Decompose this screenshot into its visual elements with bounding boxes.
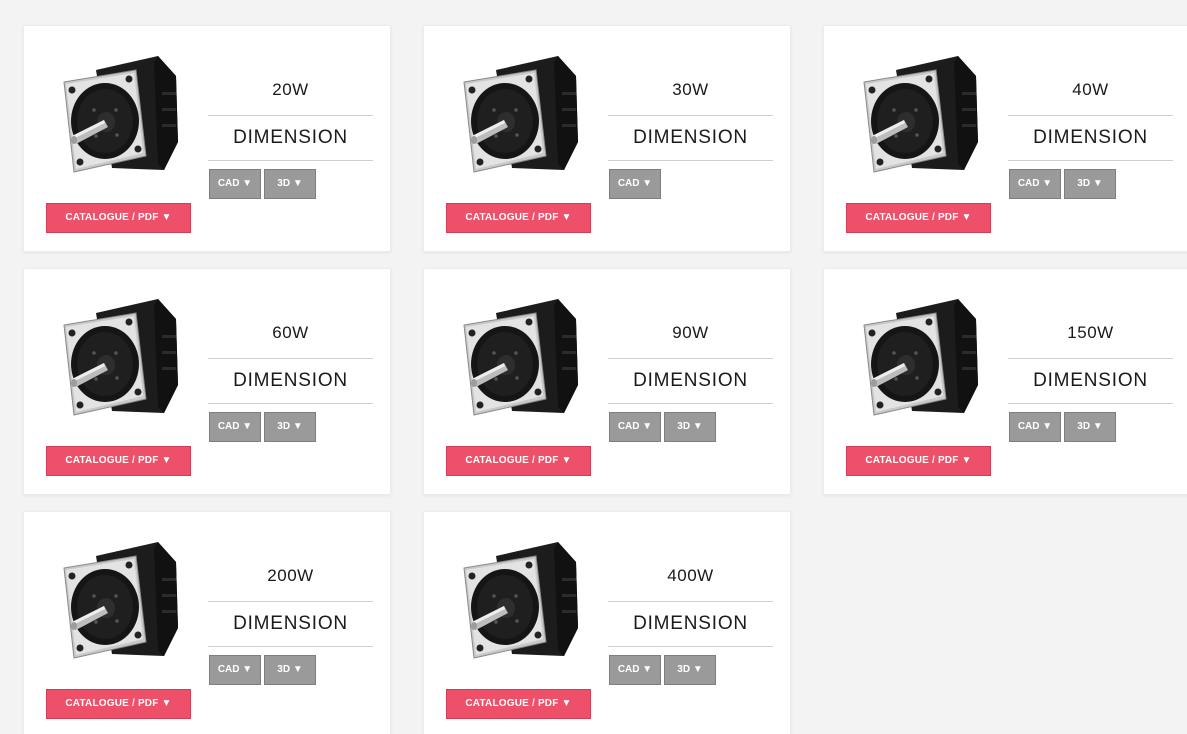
catalogue-pdf-button[interactable]: CATALOGUE / PDF ▼ bbox=[46, 446, 191, 476]
cad-button[interactable]: CAD ▼ bbox=[1009, 169, 1061, 199]
cad-button[interactable]: CAD ▼ bbox=[609, 169, 661, 199]
catalogue-pdf-button[interactable]: CATALOGUE / PDF ▼ bbox=[846, 203, 991, 233]
catalogue-pdf-button[interactable]: CATALOGUE / PDF ▼ bbox=[446, 203, 591, 233]
dimension-link[interactable]: DIMENSION bbox=[1008, 360, 1173, 404]
motor-image bbox=[454, 295, 584, 429]
motor-image bbox=[854, 295, 984, 429]
product-card: 200W DIMENSION CAD ▼ 3D ▼ CATALOGUE / PD… bbox=[23, 511, 391, 734]
3d-button[interactable]: 3D ▼ bbox=[664, 655, 716, 685]
catalogue-pdf-button[interactable]: CATALOGUE / PDF ▼ bbox=[46, 203, 191, 233]
cad-button[interactable]: CAD ▼ bbox=[209, 169, 261, 199]
power-rating: 400W bbox=[608, 562, 773, 602]
3d-button[interactable]: 3D ▼ bbox=[264, 412, 316, 442]
motor-image bbox=[854, 52, 984, 186]
power-rating: 30W bbox=[608, 76, 773, 116]
product-card: 90W DIMENSION CAD ▼ 3D ▼ CATALOGUE / PDF… bbox=[423, 268, 791, 495]
cad-button[interactable]: CAD ▼ bbox=[609, 655, 661, 685]
power-rating: 150W bbox=[1008, 319, 1173, 359]
product-grid: 20W DIMENSION CAD ▼ 3D ▼ CATALOGUE / PDF… bbox=[0, 0, 1187, 734]
catalogue-pdf-button[interactable]: CATALOGUE / PDF ▼ bbox=[846, 446, 991, 476]
product-card: 20W DIMENSION CAD ▼ 3D ▼ CATALOGUE / PDF… bbox=[23, 25, 391, 252]
product-card: 30W DIMENSION CAD ▼ CATALOGUE / PDF ▼ bbox=[423, 25, 791, 252]
product-card: 60W DIMENSION CAD ▼ 3D ▼ CATALOGUE / PDF… bbox=[23, 268, 391, 495]
motor-image bbox=[54, 52, 184, 186]
product-card: 150W DIMENSION CAD ▼ 3D ▼ CATALOGUE / PD… bbox=[823, 268, 1187, 495]
catalogue-pdf-button[interactable]: CATALOGUE / PDF ▼ bbox=[46, 689, 191, 719]
cad-button[interactable]: CAD ▼ bbox=[1009, 412, 1061, 442]
power-rating: 60W bbox=[208, 319, 373, 359]
dimension-link[interactable]: DIMENSION bbox=[608, 360, 773, 404]
power-rating: 20W bbox=[208, 76, 373, 116]
dimension-link[interactable]: DIMENSION bbox=[208, 360, 373, 404]
cad-button[interactable]: CAD ▼ bbox=[209, 655, 261, 685]
motor-image bbox=[454, 52, 584, 186]
product-card: 400W DIMENSION CAD ▼ 3D ▼ CATALOGUE / PD… bbox=[423, 511, 791, 734]
dimension-link[interactable]: DIMENSION bbox=[208, 603, 373, 647]
product-card: 40W DIMENSION CAD ▼ 3D ▼ CATALOGUE / PDF… bbox=[823, 25, 1187, 252]
cad-button[interactable]: CAD ▼ bbox=[209, 412, 261, 442]
3d-button[interactable]: 3D ▼ bbox=[1064, 412, 1116, 442]
power-rating: 90W bbox=[608, 319, 773, 359]
motor-image bbox=[54, 538, 184, 672]
motor-image bbox=[454, 538, 584, 672]
3d-button[interactable]: 3D ▼ bbox=[664, 412, 716, 442]
3d-button[interactable]: 3D ▼ bbox=[264, 655, 316, 685]
dimension-link[interactable]: DIMENSION bbox=[608, 603, 773, 647]
catalogue-pdf-button[interactable]: CATALOGUE / PDF ▼ bbox=[446, 446, 591, 476]
catalogue-pdf-button[interactable]: CATALOGUE / PDF ▼ bbox=[446, 689, 591, 719]
motor-image bbox=[54, 295, 184, 429]
power-rating: 40W bbox=[1008, 76, 1173, 116]
dimension-link[interactable]: DIMENSION bbox=[208, 117, 373, 161]
3d-button[interactable]: 3D ▼ bbox=[1064, 169, 1116, 199]
dimension-link[interactable]: DIMENSION bbox=[1008, 117, 1173, 161]
dimension-link[interactable]: DIMENSION bbox=[608, 117, 773, 161]
3d-button[interactable]: 3D ▼ bbox=[264, 169, 316, 199]
cad-button[interactable]: CAD ▼ bbox=[609, 412, 661, 442]
power-rating: 200W bbox=[208, 562, 373, 602]
